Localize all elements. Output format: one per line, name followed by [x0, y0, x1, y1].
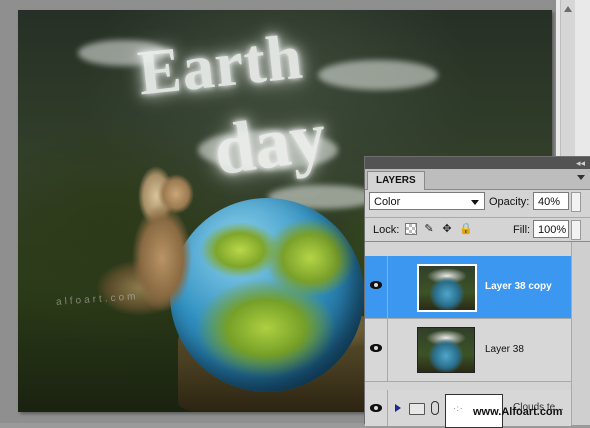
opacity-label: Opacity: — [489, 196, 530, 208]
visibility-cell[interactable] — [365, 319, 388, 381]
eye-icon[interactable] — [370, 344, 382, 352]
eye-icon[interactable] — [370, 404, 382, 412]
layer-row-layer-38-copy[interactable]: Layer 38 copy — [365, 256, 571, 319]
visibility-cell[interactable] — [365, 390, 388, 426]
lock-label: Lock: — [373, 224, 400, 236]
fill-input[interactable]: 100% — [533, 220, 569, 238]
layer-group-row[interactable]: ·:· Clouds te... www.Alfoart.com — [365, 390, 571, 428]
lock-options-row: Lock: ✎ ✥ 🔒 Fill: 100% — [365, 217, 590, 242]
blend-mode-value: Color — [374, 196, 401, 208]
mask-preview-dots: ·:· — [453, 404, 464, 413]
layer-thumbnail — [417, 327, 475, 373]
vertical-scrollbar[interactable] — [560, 0, 575, 160]
tab-layers[interactable]: LAYERS — [367, 171, 425, 190]
folder-icon — [409, 403, 425, 415]
fill-slider-button[interactable] — [571, 220, 581, 240]
chevron-down-icon — [471, 200, 479, 205]
site-watermark: www.Alfoart.com — [473, 406, 563, 418]
move-icon[interactable]: ✥ — [441, 223, 453, 235]
lock-icon[interactable]: 🔒 — [459, 223, 473, 235]
blend-options-row: Color Opacity: 40% — [365, 190, 590, 216]
layer-name: Layer 38 copy — [485, 281, 552, 292]
layers-panel: ◂◂ LAYERS Color Opacity: 40% Lock: ✎ ✥ 🔒… — [364, 156, 590, 428]
scroll-up-arrow-icon[interactable] — [564, 6, 572, 12]
panel-tab-row: LAYERS — [365, 169, 590, 190]
layer-list: Layer 38 copy Layer 38 ·:· Clouds te... … — [365, 241, 590, 428]
opacity-input[interactable]: 40% — [533, 192, 569, 210]
panel-title-bar[interactable]: ◂◂ — [365, 157, 590, 169]
day-headline: day — [208, 95, 331, 191]
lock-transparent-pixels-icon[interactable] — [405, 223, 417, 235]
eye-icon[interactable] — [370, 281, 382, 289]
earth-headline: Earth — [134, 20, 307, 109]
cloud-shape — [318, 60, 438, 90]
blend-mode-select[interactable]: Color — [369, 192, 485, 210]
layer-name: Layer 38 — [485, 344, 524, 355]
link-icon[interactable] — [431, 401, 439, 415]
layer-list-scrollbar[interactable] — [571, 242, 590, 425]
brush-icon[interactable]: ✎ — [423, 223, 435, 235]
expand-triangle-icon[interactable] — [395, 404, 401, 412]
fill-label: Fill: — [513, 224, 531, 236]
panel-menu-icon[interactable] — [577, 175, 585, 180]
collapse-icon[interactable]: ◂◂ — [576, 158, 585, 168]
layer-thumbnail — [417, 264, 477, 312]
opacity-slider-button[interactable] — [571, 192, 581, 212]
layer-row-layer-38[interactable]: Layer 38 — [365, 319, 571, 382]
visibility-cell[interactable] — [365, 256, 388, 318]
